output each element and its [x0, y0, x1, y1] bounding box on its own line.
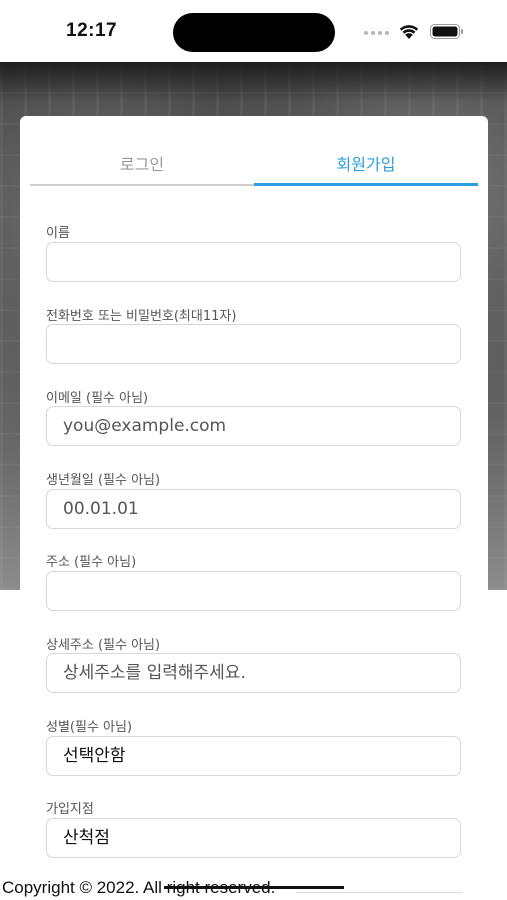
auth-card: 로그인 회원가입 이름 전화번호 또는 비밀번호(최대11자) 이메일 (필수 … [20, 116, 488, 900]
battery-icon [430, 24, 463, 39]
detail-address-label: 상세주소 (필수 아님) [46, 638, 161, 653]
gender-label: 성별(필수 아님) [46, 720, 133, 735]
status-time: 12:17 [66, 20, 118, 41]
gender-select[interactable]: 선택안함 [46, 736, 461, 776]
status-bar: 12:17 [0, 0, 507, 62]
tab-login[interactable]: 로그인 [30, 142, 254, 186]
detail-address-input[interactable] [46, 653, 461, 693]
name-input[interactable] [46, 242, 461, 282]
phone-label: 전화번호 또는 비밀번호(최대11자) [46, 309, 237, 324]
form-divider [296, 892, 462, 893]
address-label: 주소 (필수 아님) [46, 555, 137, 570]
birthdate-label: 생년월일 (필수 아님) [46, 473, 161, 488]
tab-signup[interactable]: 회원가입 [254, 142, 478, 186]
dynamic-island [173, 13, 335, 52]
address-input[interactable] [46, 571, 461, 611]
branch-select[interactable]: 산척점 [46, 818, 461, 858]
email-label: 이메일 (필수 아님) [46, 391, 149, 406]
name-label: 이름 [46, 226, 70, 241]
email-input[interactable] [46, 406, 461, 446]
auth-tabs: 로그인 회원가입 [30, 142, 478, 186]
wifi-icon [399, 25, 419, 39]
cellular-signal-icon [364, 31, 390, 35]
branch-label: 가입지점 [46, 802, 94, 817]
phone-input[interactable] [46, 324, 461, 364]
gym-ceiling-shade [0, 62, 507, 102]
copyright-strikethrough [164, 886, 344, 889]
birthdate-input[interactable] [46, 489, 461, 529]
